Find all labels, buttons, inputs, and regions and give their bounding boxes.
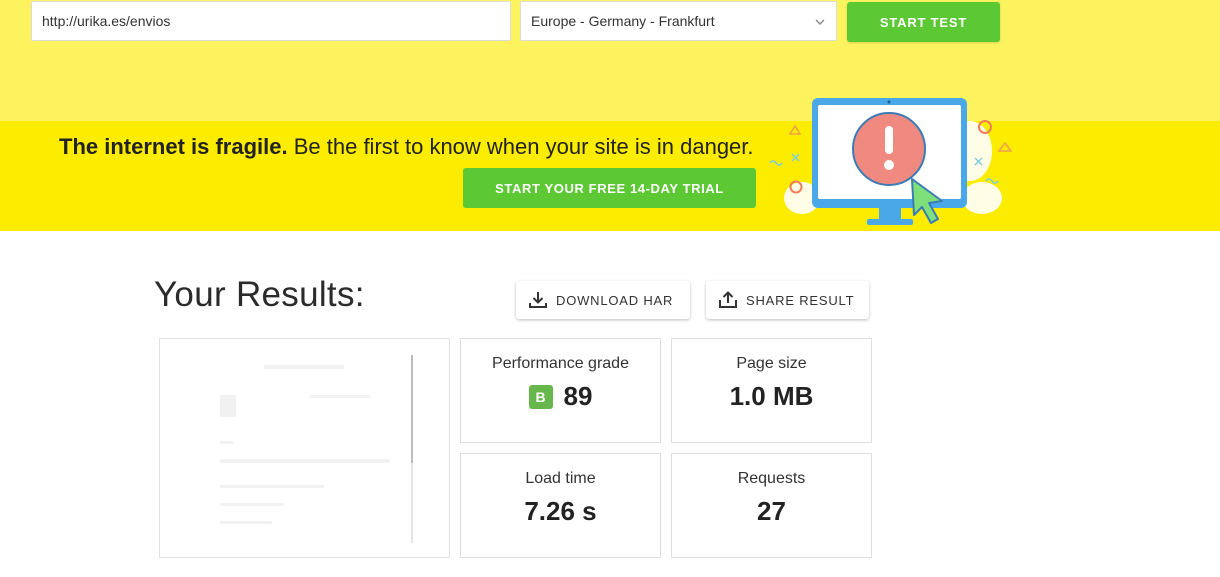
requests-card: Requests 27	[671, 453, 872, 558]
test-bar: Europe - Germany - Frankfurt START TEST	[0, 0, 1220, 121]
free-trial-button[interactable]: START YOUR FREE 14-DAY TRIAL	[463, 168, 756, 208]
performance-score: 89	[563, 381, 593, 411]
promo-headline-rest: Be the first to know when your site is i…	[287, 134, 754, 159]
requests-value: 27	[757, 496, 786, 526]
thumbnail-placeholder-block	[220, 395, 236, 417]
page-size-card: Page size 1.0 MB	[671, 338, 872, 443]
thumbnail-placeholder-line	[220, 441, 234, 444]
chevron-down-icon	[814, 15, 826, 27]
requests-label: Requests	[737, 470, 806, 487]
promo-banner: The internet is fragile. Be the first to…	[0, 98, 1220, 231]
download-icon	[529, 292, 547, 308]
download-har-button[interactable]: DOWNLOAD HAR	[516, 281, 690, 319]
load-time-value: 7.26 s	[524, 496, 597, 526]
page-screenshot-thumbnail[interactable]	[159, 338, 450, 558]
thumbnail-placeholder-line	[220, 521, 272, 524]
download-har-label: DOWNLOAD HAR	[556, 292, 674, 308]
thumbnail-placeholder-line	[220, 503, 284, 506]
page-size-label: Page size	[736, 355, 807, 372]
share-result-button[interactable]: SHARE RESULT	[706, 281, 869, 319]
load-time-label: Load time	[525, 470, 596, 487]
performance-grade-card: Performance grade B 89	[460, 338, 661, 443]
performance-grade-label: Performance grade	[492, 355, 629, 372]
load-time-card: Load time 7.26 s	[460, 453, 661, 558]
thumbnail-placeholder-line	[264, 365, 344, 369]
thumbnail-placeholder-line	[220, 485, 324, 488]
monitor-alert-illustration	[769, 98, 1013, 225]
performance-grade-value: B 89	[461, 381, 660, 412]
page-size-value: 1.0 MB	[729, 381, 814, 411]
promo-headline: The internet is fragile. Be the first to…	[59, 134, 754, 160]
thumbnail-placeholder-line	[310, 395, 370, 398]
promo-headline-bold: The internet is fragile.	[59, 134, 288, 159]
share-icon	[719, 291, 737, 308]
start-test-button[interactable]: START TEST	[847, 2, 1000, 42]
results-title: Your Results:	[154, 275, 365, 314]
thumbnail-scrollbar-thumb[interactable]	[411, 355, 413, 463]
location-select-value: Europe - Germany - Frankfurt	[531, 13, 715, 29]
share-result-label: SHARE RESULT	[746, 292, 855, 308]
url-input[interactable]	[31, 1, 511, 41]
location-select[interactable]: Europe - Germany - Frankfurt	[520, 1, 837, 41]
thumbnail-placeholder-line	[220, 459, 390, 463]
grade-badge: B	[528, 384, 553, 409]
thumbnail-scrollbar[interactable]	[411, 355, 413, 543]
